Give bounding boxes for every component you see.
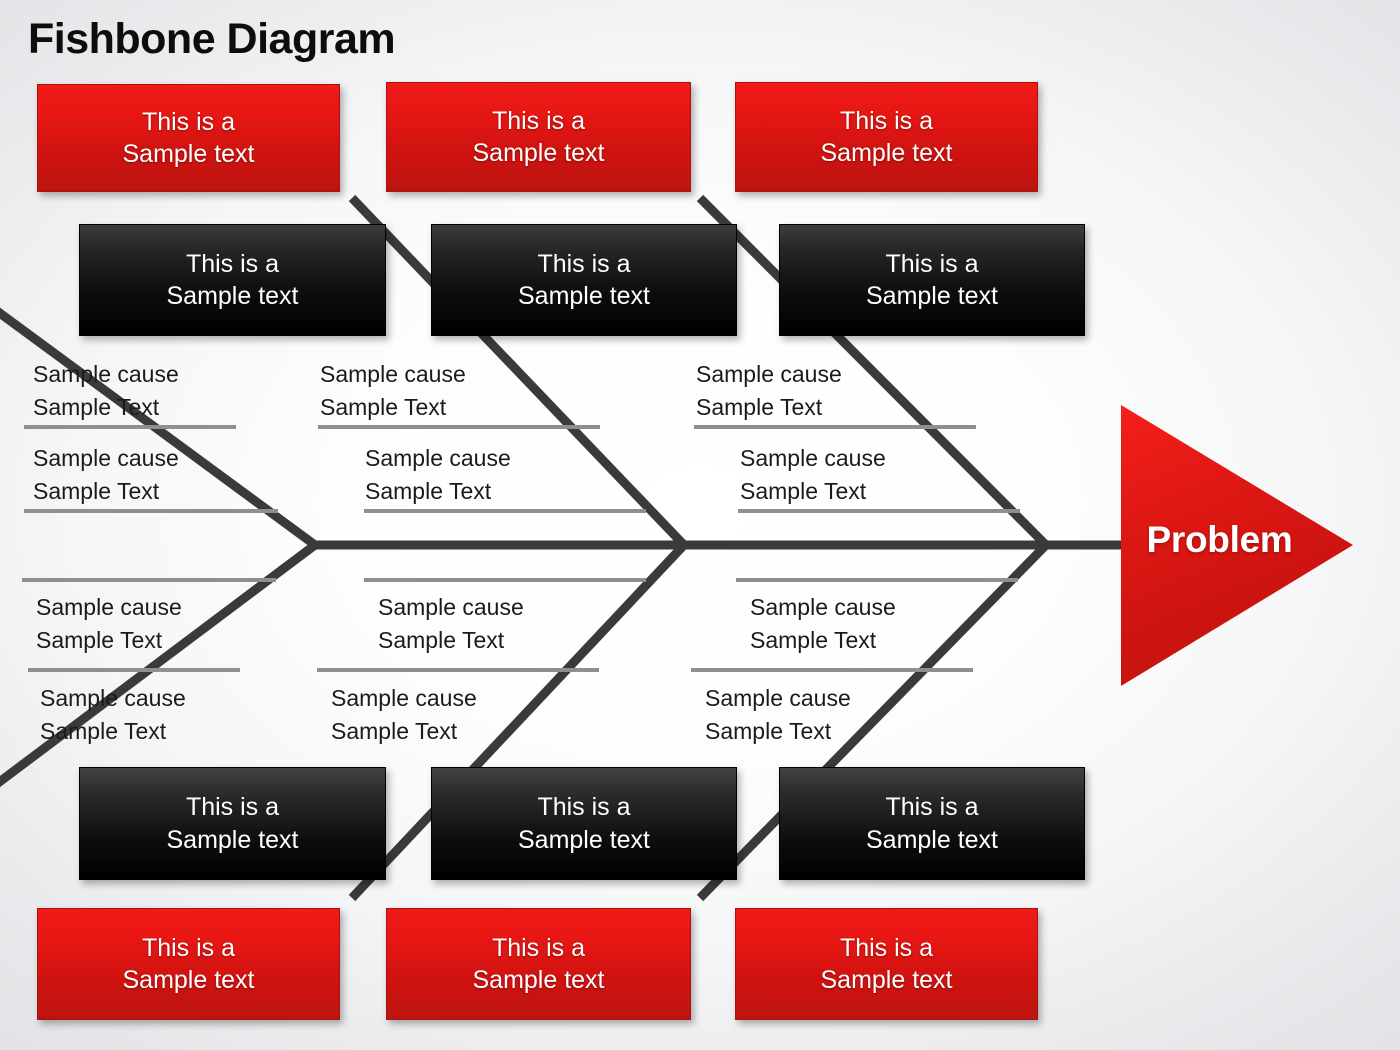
cause-lower-3[interactable]: Sample cause Sample Text bbox=[378, 591, 524, 658]
cause-line-2: Sample Text bbox=[33, 394, 160, 421]
cause-rule-lower-3 bbox=[364, 578, 646, 582]
cause-line-1: Sample cause bbox=[740, 445, 886, 471]
cause-rule-lower-4 bbox=[317, 668, 599, 672]
cause-line-2: Sample Text bbox=[320, 394, 447, 421]
cause-line-2: Sample Text bbox=[33, 478, 160, 505]
category-box-bottom-red-3[interactable]: This is a Sample text bbox=[735, 908, 1038, 1020]
cause-line-1: Sample cause bbox=[331, 685, 477, 711]
box-line-1: This is a bbox=[839, 933, 934, 962]
cause-upper-1[interactable]: Sample cause Sample Text bbox=[33, 358, 179, 425]
cause-lower-5[interactable]: Sample cause Sample Text bbox=[750, 591, 896, 658]
category-box-top-red-1[interactable]: This is a Sample text bbox=[37, 84, 340, 192]
cause-line-1: Sample cause bbox=[40, 685, 186, 711]
category-box-top-red-3[interactable]: This is a Sample text bbox=[735, 82, 1038, 192]
cause-line-1: Sample cause bbox=[36, 594, 182, 620]
box-line-2: Sample text bbox=[820, 966, 953, 994]
category-box-top-black-2[interactable]: This is a Sample text bbox=[431, 224, 737, 336]
cause-line-1: Sample cause bbox=[696, 361, 842, 387]
box-line-2: Sample text bbox=[472, 966, 605, 994]
box-line-2: Sample text bbox=[865, 825, 998, 854]
category-box-bottom-black-2[interactable]: This is a Sample text bbox=[431, 767, 737, 880]
box-line-1: This is a bbox=[885, 249, 979, 278]
cause-upper-6[interactable]: Sample cause Sample Text bbox=[740, 442, 886, 509]
cause-upper-5[interactable]: Sample cause Sample Text bbox=[696, 358, 842, 425]
box-line-2: Sample text bbox=[166, 282, 299, 310]
cause-rule-upper-6 bbox=[738, 509, 1020, 513]
cause-lower-4[interactable]: Sample cause Sample Text bbox=[331, 682, 477, 749]
category-box-top-black-3[interactable]: This is a Sample text bbox=[779, 224, 1085, 336]
cause-line-2: Sample Text bbox=[740, 478, 867, 505]
cause-line-2: Sample Text bbox=[40, 718, 167, 745]
category-box-bottom-red-1[interactable]: This is a Sample text bbox=[37, 908, 340, 1020]
category-box-top-red-2[interactable]: This is a Sample text bbox=[386, 82, 691, 192]
box-line-2: Sample text bbox=[166, 825, 299, 854]
cause-rule-upper-4 bbox=[364, 509, 646, 513]
cause-line-1: Sample cause bbox=[33, 361, 179, 387]
cause-line-1: Sample cause bbox=[320, 361, 466, 387]
box-line-2: Sample text bbox=[865, 282, 998, 310]
cause-upper-4[interactable]: Sample cause Sample Text bbox=[365, 442, 511, 509]
cause-rule-upper-1 bbox=[24, 425, 236, 429]
cause-upper-2[interactable]: Sample cause Sample Text bbox=[33, 442, 179, 509]
fishbone-diagram-canvas: Fishbone Diagram This is a Sample text T… bbox=[0, 0, 1400, 1050]
box-line-1: This is a bbox=[491, 933, 586, 962]
box-line-2: Sample text bbox=[472, 139, 605, 167]
box-line-2: Sample text bbox=[517, 825, 650, 854]
cause-line-2: Sample Text bbox=[378, 627, 505, 654]
cause-line-2: Sample Text bbox=[36, 627, 163, 654]
cause-line-1: Sample cause bbox=[365, 445, 511, 471]
box-line-1: This is a bbox=[185, 249, 280, 278]
problem-label: Problem bbox=[1146, 519, 1293, 560]
box-line-1: This is a bbox=[185, 793, 280, 821]
box-line-1: This is a bbox=[141, 107, 236, 136]
cause-line-2: Sample Text bbox=[331, 718, 458, 745]
cause-rule-lower-6 bbox=[691, 668, 973, 672]
cause-line-2: Sample Text bbox=[705, 718, 832, 745]
box-line-1: This is a bbox=[885, 793, 979, 821]
category-box-bottom-black-3[interactable]: This is a Sample text bbox=[779, 767, 1085, 880]
box-line-1: This is a bbox=[537, 249, 631, 278]
cause-rule-lower-5 bbox=[736, 578, 1018, 582]
cause-rule-upper-5 bbox=[694, 425, 976, 429]
category-box-bottom-red-2[interactable]: This is a Sample text bbox=[386, 908, 691, 1020]
box-line-2: Sample text bbox=[820, 139, 953, 167]
cause-upper-3[interactable]: Sample cause Sample Text bbox=[320, 358, 466, 425]
category-box-bottom-black-1[interactable]: This is a Sample text bbox=[79, 767, 386, 880]
cause-lower-2[interactable]: Sample cause Sample Text bbox=[40, 682, 186, 749]
box-line-2: Sample text bbox=[517, 282, 650, 310]
cause-lower-1[interactable]: Sample cause Sample Text bbox=[36, 591, 182, 658]
cause-rule-lower-2 bbox=[28, 668, 240, 672]
cause-lower-6[interactable]: Sample cause Sample Text bbox=[705, 682, 851, 749]
box-line-1: This is a bbox=[491, 106, 586, 135]
cause-rule-upper-2 bbox=[24, 509, 278, 513]
box-line-1: This is a bbox=[537, 793, 631, 821]
cause-line-2: Sample Text bbox=[365, 478, 492, 505]
cause-rule-upper-3 bbox=[318, 425, 600, 429]
box-line-2: Sample text bbox=[122, 140, 255, 168]
cause-line-1: Sample cause bbox=[750, 594, 896, 620]
box-line-1: This is a bbox=[141, 933, 236, 962]
box-line-2: Sample text bbox=[122, 966, 255, 994]
cause-line-1: Sample cause bbox=[378, 594, 524, 620]
cause-line-1: Sample cause bbox=[33, 445, 179, 471]
cause-line-1: Sample cause bbox=[705, 685, 851, 711]
category-box-top-black-1[interactable]: This is a Sample text bbox=[79, 224, 386, 336]
cause-line-2: Sample Text bbox=[696, 394, 823, 421]
cause-line-2: Sample Text bbox=[750, 627, 877, 654]
cause-rule-lower-1 bbox=[22, 578, 276, 582]
box-line-1: This is a bbox=[839, 106, 934, 135]
